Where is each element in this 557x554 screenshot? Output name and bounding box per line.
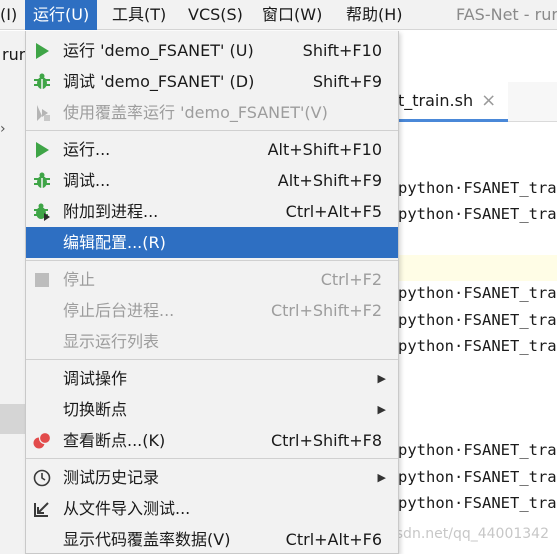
run-menu-dropdown: 运行 'demo_FSANET' (U) Shift+F10 调试 'demo_… (25, 31, 399, 554)
menu-item-shortcut: Ctrl+Alt+F6 (285, 530, 382, 549)
code-line: python·FSANET_tra (398, 284, 557, 302)
code-line: python·FSANET_tra (398, 441, 557, 459)
code-line: python·FSANET_tra (398, 179, 557, 197)
menu-item-label: 显示运行列表 (63, 332, 160, 351)
menu-item-label: 停止 (63, 270, 96, 289)
menu-item-shortcut: Ctrl+Alt+F5 (285, 202, 382, 221)
menu-item-label: 停止后台进程... (63, 301, 175, 320)
menu-item-show-coverage-data[interactable]: 显示代码覆盖率数据(V) Ctrl+Alt+F6 (26, 524, 398, 554)
selected-row (0, 404, 26, 434)
menu-item-show-running-list[interactable]: 显示运行列表 (26, 326, 398, 357)
menu-item-shortcut: Ctrl+Shift+F8 (270, 431, 382, 450)
menu-separator (26, 260, 398, 261)
menu-item-attach-to-process[interactable]: 附加到进程... Ctrl+Alt+F5 (26, 196, 398, 227)
menu-item-shortcut: Alt+Shift+F9 (277, 171, 382, 190)
editor-tab[interactable]: t_train.sh × (398, 82, 508, 122)
menu-tools[interactable]: 工具(T) (112, 0, 166, 30)
attach-icon (34, 203, 50, 221)
submenu-arrow-icon: ▶ (377, 471, 386, 484)
menu-item-shortcut: Shift+F9 (312, 72, 382, 91)
menu-item-view-breakpoints[interactable]: 查看断点...(K) Ctrl+Shift+F8 (26, 425, 398, 456)
menu-item-import-tests[interactable]: 从文件导入测试... (26, 493, 398, 524)
editor-tab-bar: t_train.sh × (398, 82, 557, 122)
stop-icon (35, 273, 49, 287)
code-line: python·FSANET_tra (398, 311, 557, 329)
menu-item-label: 使用覆盖率运行 'demo_FSANET'(V) (63, 103, 328, 122)
history-icon (33, 469, 51, 487)
current-line-highlight (398, 255, 557, 281)
menu-item-label: 运行... (63, 140, 111, 159)
import-icon (34, 502, 49, 517)
menu-item-stop[interactable]: 停止 Ctrl+F2 (26, 264, 398, 295)
menu-vcs[interactable]: VCS(S) (188, 0, 243, 30)
menu-item-label: 运行 'demo_FSANET' (U) (63, 41, 254, 60)
menu-item-shortcut: Ctrl+Shift+F2 (270, 301, 382, 320)
editor-tab-label: t_train.sh (398, 91, 474, 110)
menu-item-debug-actions[interactable]: 调试操作 ▶ (26, 363, 398, 394)
menu-item-label: 查看断点...(K) (63, 431, 166, 450)
menu-item-label: 编辑配置...(R) (63, 233, 166, 252)
menu-item-label: 显示代码覆盖率数据(V) (63, 530, 231, 549)
menu-separator (26, 458, 398, 459)
menu-item-run[interactable]: 运行... Alt+Shift+F10 (26, 134, 398, 165)
menu-window[interactable]: 窗口(W) (262, 0, 322, 30)
menu-item-label: 调试 'demo_FSANET' (D) (63, 72, 255, 91)
menu-item-edit-configurations[interactable]: 编辑配置...(R) (26, 227, 398, 258)
menu-item-shortcut: Alt+Shift+F10 (267, 140, 382, 159)
window-title: FAS-Net - rur (456, 5, 557, 24)
menu-item-label: 切换断点 (63, 400, 128, 419)
debug-icon (34, 73, 50, 89)
menu-item-run-config[interactable]: 运行 'demo_FSANET' (U) Shift+F10 (26, 35, 398, 66)
menu-partial-item[interactable]: (I) (0, 0, 17, 30)
menu-item-label: 调试操作 (63, 369, 128, 388)
code-line: python·FSANET_tra (398, 468, 557, 486)
left-tool-strip: rur › (0, 31, 26, 554)
code-line: python·FSANET_tra (398, 337, 557, 355)
menu-run[interactable]: 运行(U) (25, 0, 98, 30)
coverage-icon (37, 105, 50, 121)
menu-item-label: 调试... (63, 171, 111, 190)
menu-bar: (I) 运行(U) 工具(T) VCS(S) 窗口(W) 帮助(H) FAS-N… (0, 0, 557, 30)
menu-item-label: 从文件导入测试... (63, 499, 191, 518)
menu-item-debug-config[interactable]: 调试 'demo_FSANET' (D) Shift+F9 (26, 66, 398, 97)
menu-item-stop-background[interactable]: 停止后台进程... Ctrl+Shift+F2 (26, 295, 398, 326)
close-icon[interactable]: × (481, 90, 496, 111)
run-icon (36, 43, 49, 59)
debug-icon (34, 172, 50, 188)
breakpoints-icon (33, 432, 51, 449)
run-tool-label[interactable]: rur (2, 45, 25, 64)
menu-item-label: 附加到进程... (63, 202, 159, 221)
menu-item-run-with-coverage[interactable]: 使用覆盖率运行 'demo_FSANET'(V) (26, 97, 398, 128)
submenu-arrow-icon: ▶ (377, 372, 386, 385)
menu-separator (26, 130, 398, 131)
menu-item-toggle-breakpoint[interactable]: 切换断点 ▶ (26, 394, 398, 425)
collapse-arrow-icon[interactable]: › (0, 121, 6, 137)
run-icon (36, 142, 49, 158)
menu-item-debug[interactable]: 调试... Alt+Shift+F9 (26, 165, 398, 196)
code-line: python·FSANET_tra (398, 205, 557, 223)
menu-item-test-history[interactable]: 测试历史记录 ▶ (26, 462, 398, 493)
submenu-arrow-icon: ▶ (377, 403, 386, 416)
menu-item-label: 测试历史记录 (63, 468, 160, 487)
menu-help[interactable]: 帮助(H) (346, 0, 403, 30)
menu-separator (26, 359, 398, 360)
menu-item-shortcut: Ctrl+F2 (320, 270, 382, 289)
menu-item-shortcut: Shift+F10 (302, 41, 382, 60)
code-line: python·FSANET_tra (398, 494, 557, 512)
